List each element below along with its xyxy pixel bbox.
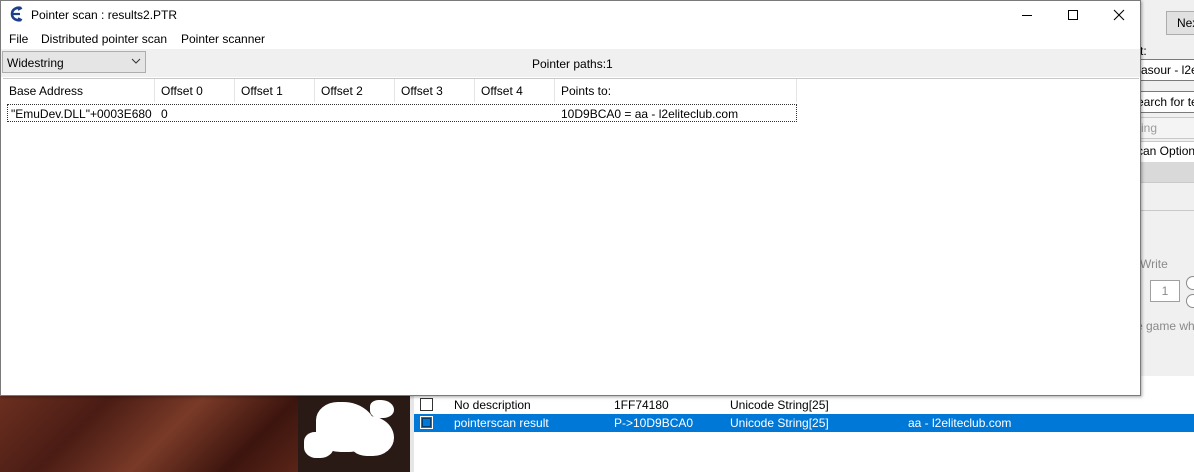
search-label: earch for te [1140,95,1194,109]
row-value: aa - l2eliteclub.com [908,416,1012,430]
group-divider [1140,210,1194,235]
title-bar[interactable]: Pointer scan : results2.PTR [1,1,1140,29]
results-header: Base Address Offset 0 Offset 1 Offset 2 … [3,79,1139,103]
active-checkbox[interactable] [420,398,433,411]
result-points-to: 10D9BCA0 = aa - l2eliteclub.com [561,107,739,121]
spin-value: 1 [1161,284,1169,298]
next-scan-button[interactable]: Nex [1166,11,1194,35]
active-checkbox[interactable] [420,416,433,429]
background-main-window: Nex t: asour - l2e earch for te ring can… [1140,0,1194,376]
address-row-selected[interactable]: pointerscan result P->10D9BCA0 Unicode S… [414,414,1194,432]
toolbar: Widestring Pointer paths:1 [1,49,1140,77]
string-label: ring [1140,121,1158,135]
row-address: P->10D9BCA0 [614,416,694,430]
menu-pointer-scanner[interactable]: Pointer scanner [181,32,265,46]
row-type: Unicode String[25] [730,398,829,412]
pointer-scan-window: Pointer scan : results2.PTR File Distrib… [0,0,1141,396]
menu-file[interactable]: File [9,32,28,46]
value-type-selected: Widestring [7,56,64,70]
result-offset-0: 0 [161,107,168,121]
value-type-select[interactable]: Widestring [2,51,146,73]
radio-option-1[interactable] [1186,276,1194,290]
column-offset-3[interactable]: Offset 3 [395,79,475,102]
pause-game-label: e game wh [1140,319,1194,333]
row-type: Unicode String[25] [730,416,829,430]
scan-options-title: can Option [1140,144,1194,158]
row-description: pointerscan result [454,416,549,430]
scan-options-bar [1140,162,1194,182]
label-fragment: t: [1140,44,1147,58]
process-label: asour - l2e [1141,63,1194,77]
pointer-paths-count: Pointer paths:1 [532,57,613,71]
radio-option-2[interactable] [1186,294,1194,308]
column-offset-2[interactable]: Offset 2 [315,79,395,102]
column-offset-1[interactable]: Offset 1 [235,79,315,102]
maximize-button[interactable] [1050,1,1096,29]
result-base-address: "EmuDev.DLL"+0003E680 [11,107,152,121]
row-address: 1FF74180 [614,398,669,412]
address-row[interactable]: No description 1FF74180 Unicode String[2… [414,396,1194,414]
scan-options-panel: can Option [1140,141,1194,183]
chevron-down-icon [131,58,141,64]
string-type-field: ring [1140,117,1194,139]
cheat-engine-icon [10,6,23,22]
menu-distributed-pointer-scan[interactable]: Distributed pointer scan [41,32,167,46]
desktop-wallpaper [0,396,298,472]
column-base-address[interactable]: Base Address [3,79,155,102]
column-offset-4[interactable]: Offset 4 [475,79,555,102]
close-icon [1113,9,1125,21]
alignment-spinner[interactable]: 1 [1150,280,1180,302]
minimize-icon [1022,15,1032,16]
menu-bar: File Distributed pointer scan Pointer sc… [1,29,1140,49]
row-description: No description [454,398,531,412]
write-label: Write [1140,257,1168,271]
search-text-field[interactable]: earch for te [1140,91,1194,113]
column-offset-0[interactable]: Offset 0 [155,79,235,102]
next-scan-label: Nex [1177,16,1194,30]
desktop-wallpaper-art [298,396,410,472]
maximize-icon [1068,10,1078,20]
close-button[interactable] [1096,1,1142,29]
result-row[interactable]: "EmuDev.DLL"+0003E680 0 10D9BCA0 = aa - … [7,104,797,122]
column-points-to[interactable]: Points to: [555,79,797,102]
process-combo[interactable]: asour - l2e [1140,59,1194,81]
results-list[interactable]: Base Address Offset 0 Offset 1 Offset 2 … [3,78,1139,395]
window-title: Pointer scan : results2.PTR [31,8,178,22]
minimize-button[interactable] [1004,1,1050,29]
